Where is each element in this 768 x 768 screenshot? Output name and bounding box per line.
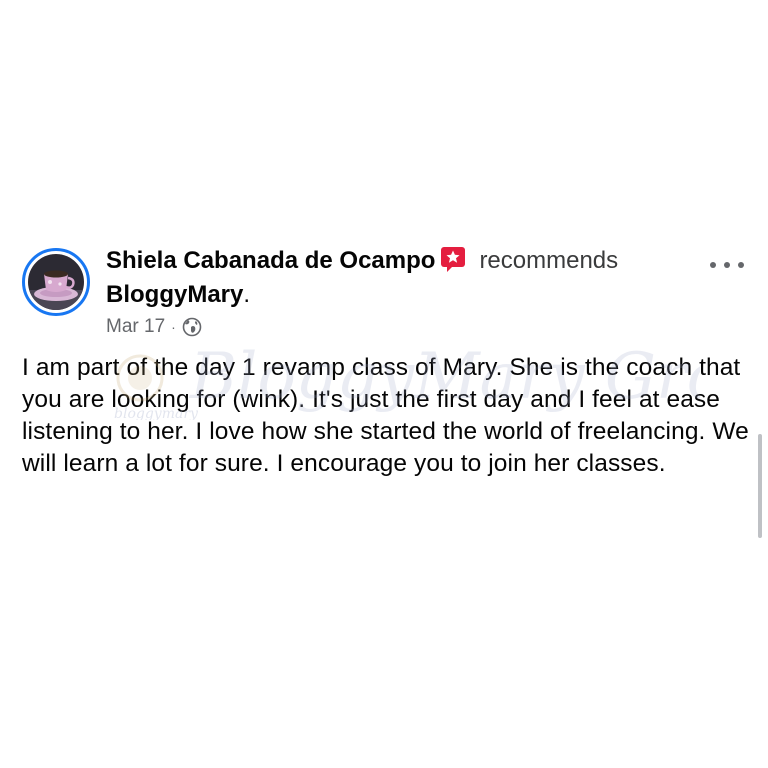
post-header: Shiela Cabanada de Ocampo recommends Blo… — [106, 244, 686, 312]
post-meta: Mar 17 · — [106, 315, 202, 339]
post-body: I am part of the day 1 revamp class of M… — [22, 354, 749, 477]
scrollbar[interactable] — [758, 434, 762, 538]
more-options-icon[interactable] — [710, 254, 744, 276]
star-badge-icon — [441, 247, 466, 272]
post-date[interactable]: Mar 17 — [106, 315, 165, 339]
avatar-image — [28, 254, 84, 310]
profile-avatar[interactable] — [22, 248, 90, 316]
review-screenshot: Shiela Cabanada de Ocampo recommends Blo… — [0, 0, 768, 768]
more-dot — [724, 262, 730, 268]
meta-separator: · — [171, 319, 176, 335]
author-name[interactable]: Shiela Cabanada de Ocampo — [106, 247, 435, 274]
page-link[interactable]: BloggyMary — [106, 281, 243, 308]
recommends-label: recommends — [479, 247, 619, 274]
more-dot — [738, 262, 744, 268]
globe-icon[interactable] — [182, 317, 202, 337]
more-dot — [710, 262, 716, 268]
page-name-suffix: . — [243, 281, 251, 308]
